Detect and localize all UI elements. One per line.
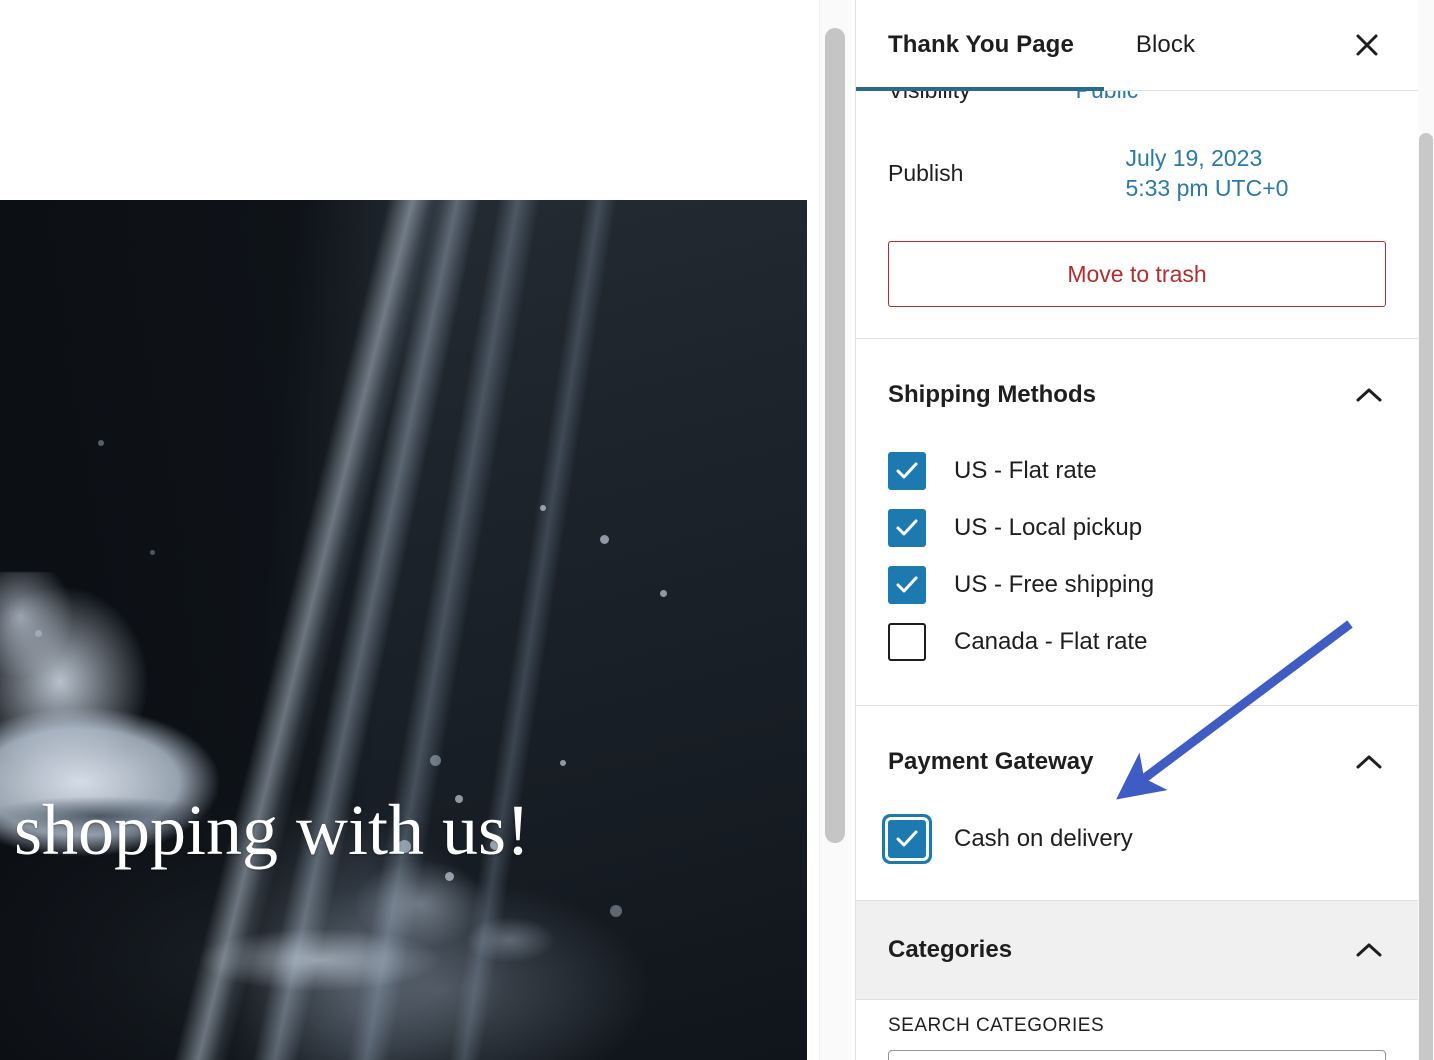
water-droplet [600, 535, 609, 544]
publish-label: Publish [888, 159, 964, 186]
cover-block[interactable]: shopping with us! [0, 200, 807, 1060]
cover-title-text[interactable]: shopping with us! [14, 792, 774, 869]
main-scrollbar-thumb[interactable] [825, 28, 845, 843]
sidebar-scrollbar-thumb[interactable] [1419, 133, 1433, 1060]
water-droplet [445, 872, 454, 881]
checkbox-row-us-flat-rate[interactable]: US - Flat rate [856, 442, 1418, 499]
checkbox-label: Canada - Flat rate [954, 627, 1148, 655]
checkbox-row-cash-on-delivery[interactable]: Cash on delivery [856, 810, 1418, 867]
section-divider [856, 705, 1418, 706]
settings-sidebar: Visibility Public Publish July 19, 2023 … [855, 0, 1418, 1060]
panel-title-categories: Categories [888, 936, 1013, 963]
checkbox-cash-on-delivery[interactable] [888, 819, 926, 858]
water-droplet [98, 440, 104, 446]
water-droplet [610, 905, 622, 917]
water-droplet [430, 755, 441, 766]
editor-canvas: shopping with us! [0, 0, 807, 1060]
water-droplet [560, 760, 566, 766]
checkbox-row-us-free-shipping[interactable]: US - Free shipping [856, 556, 1418, 613]
checkbox-us-free-shipping[interactable] [888, 565, 926, 604]
checkbox-canada-flat-rate[interactable] [888, 622, 926, 661]
panel-header-payment-gateway[interactable]: Payment Gateway [856, 722, 1418, 802]
tab-block[interactable]: Block [1136, 0, 1195, 91]
chevron-up-icon[interactable] [1353, 746, 1385, 778]
water-droplet [35, 630, 42, 637]
publish-date-line-1: July 19, 2023 [1125, 145, 1263, 171]
checkbox-label: US - Flat rate [954, 456, 1097, 484]
search-categories-label: SEARCH CATEGORIES [888, 1015, 1105, 1036]
checkbox-label: US - Free shipping [954, 570, 1155, 598]
close-icon[interactable] [1349, 27, 1385, 63]
checkbox-label: Cash on delivery [954, 824, 1133, 852]
checkbox-us-local-pickup[interactable] [888, 508, 926, 547]
checkbox-us-flat-rate[interactable] [888, 451, 926, 490]
publish-date-value[interactable]: July 19, 2023 5:33 pm UTC+0 [1125, 143, 1288, 204]
sidebar-scroll-region: Visibility Public Publish July 19, 2023 … [856, 0, 1418, 1060]
search-categories-input[interactable] [888, 1050, 1386, 1060]
water-droplet [540, 505, 546, 511]
chevron-up-icon[interactable] [1353, 934, 1385, 966]
panel-header-categories[interactable]: Categories [856, 900, 1418, 1000]
checkbox-row-us-local-pickup[interactable]: US - Local pickup [856, 499, 1418, 556]
sidebar-header: Thank You Page Block [856, 0, 1418, 91]
section-divider [856, 338, 1418, 339]
water-droplet [150, 550, 155, 555]
tab-thank-you-page[interactable]: Thank You Page [856, 0, 1104, 91]
panel-title-shipping-methods: Shipping Methods [888, 381, 1096, 408]
checkbox-label: US - Local pickup [954, 513, 1143, 541]
panel-header-shipping-methods[interactable]: Shipping Methods [856, 355, 1418, 435]
move-to-trash-button[interactable]: Move to trash [888, 241, 1386, 307]
publish-date-line-2: 5:33 pm UTC+0 [1125, 175, 1289, 202]
checkbox-row-canada-flat-rate[interactable]: Canada - Flat rate [856, 613, 1418, 670]
screen-root: shopping with us! Visibility Public Publ… [0, 0, 1434, 1060]
row-publish[interactable]: Publish July 19, 2023 5:33 pm UTC+0 [856, 143, 1418, 204]
chevron-up-icon[interactable] [1353, 379, 1385, 411]
water-droplet [660, 590, 667, 597]
panel-title-payment-gateway: Payment Gateway [888, 748, 1094, 775]
